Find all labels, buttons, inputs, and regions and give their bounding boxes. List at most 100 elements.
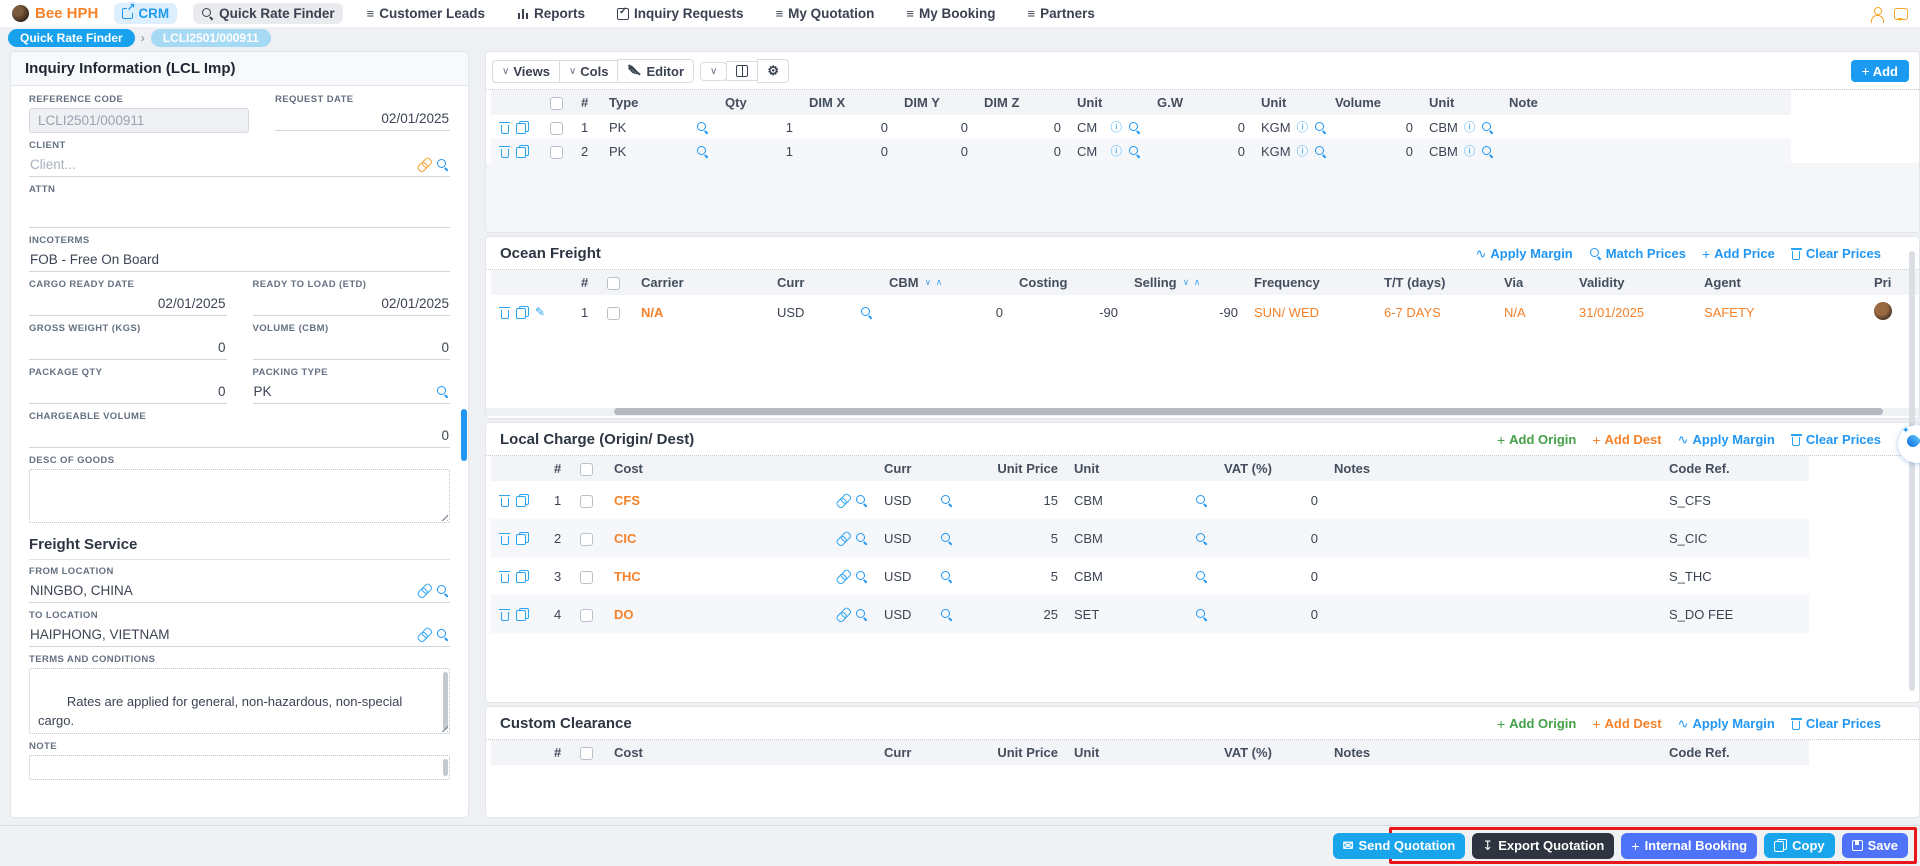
unit-cell[interactable]: SET: [1066, 595, 1216, 633]
apply-margin-link[interactable]: ∿Apply Margin: [1476, 246, 1573, 262]
add-dest-link[interactable]: +Add Dest: [1592, 432, 1661, 448]
delete-row-icon[interactable]: [499, 145, 510, 158]
notes-cell[interactable]: [1326, 519, 1661, 557]
left-panel-scrollbar-thumb[interactable]: [461, 409, 467, 461]
link-icon[interactable]: [832, 567, 851, 586]
info-icon[interactable]: ⓘ: [1464, 119, 1476, 135]
cargo-ready-date-field[interactable]: 02/01/2025: [29, 293, 227, 316]
search-icon[interactable]: [855, 570, 868, 583]
user-icon[interactable]: [1870, 7, 1884, 21]
cost-cell[interactable]: DO: [606, 595, 876, 633]
nav-item-my-booking[interactable]: ≡ My Booking: [898, 3, 1003, 24]
search-icon[interactable]: [1195, 532, 1208, 545]
nav-item-partners[interactable]: ≡ Partners: [1020, 3, 1103, 24]
gross-weight-field[interactable]: 0: [29, 337, 227, 360]
search-icon[interactable]: [1314, 145, 1327, 158]
dim-unit-cell[interactable]: CMⓘ: [1069, 115, 1149, 139]
search-icon[interactable]: [436, 385, 449, 398]
dimx-cell[interactable]: 0: [801, 139, 896, 163]
vat-cell[interactable]: 0: [1216, 481, 1326, 519]
search-icon[interactable]: [436, 584, 449, 597]
row-checkbox[interactable]: [550, 146, 563, 159]
notes-cell[interactable]: [1326, 481, 1661, 519]
note-cell[interactable]: [1501, 115, 1791, 139]
nav-item-inquiry-requests[interactable]: Inquiry Requests: [609, 3, 752, 24]
type-cell[interactable]: PK: [601, 139, 717, 163]
vol-unit-cell[interactable]: CBMⓘ: [1421, 139, 1501, 163]
packing-type-field[interactable]: PK: [253, 381, 451, 404]
settings-button[interactable]: ⚙: [757, 59, 789, 83]
volume-cell[interactable]: 0: [1327, 139, 1421, 163]
copy-button[interactable]: Copy: [1764, 833, 1835, 858]
costing-cell[interactable]: -90: [1011, 295, 1126, 329]
unit-cell[interactable]: CBM: [1066, 519, 1216, 557]
dimy-cell[interactable]: 0: [896, 115, 976, 139]
info-icon[interactable]: ⓘ: [1111, 119, 1123, 135]
brand[interactable]: Bee HPH: [12, 5, 98, 22]
nav-item-quick-rate-finder[interactable]: Quick Rate Finder: [193, 3, 343, 24]
add-origin-link[interactable]: +Add Origin: [1497, 716, 1576, 732]
dimx-cell[interactable]: 0: [801, 115, 896, 139]
type-cell[interactable]: PK: [601, 115, 717, 139]
search-icon[interactable]: [436, 628, 449, 641]
curr-cell[interactable]: USD: [876, 481, 961, 519]
dimz-cell[interactable]: 0: [976, 115, 1069, 139]
clear-prices-link[interactable]: Clear Prices: [1791, 716, 1881, 731]
chat-icon[interactable]: [1894, 8, 1908, 20]
row-checkbox[interactable]: [580, 533, 593, 546]
qty-cell[interactable]: 1: [717, 115, 801, 139]
desc-of-goods-textarea[interactable]: [29, 469, 450, 523]
info-icon[interactable]: ⓘ: [1297, 143, 1309, 159]
send-quotation-button[interactable]: ✉ Send Quotation: [1333, 833, 1466, 859]
apply-margin-link[interactable]: ∿Apply Margin: [1678, 432, 1775, 448]
copy-row-icon[interactable]: [516, 532, 529, 545]
via-cell[interactable]: N/A: [1496, 295, 1571, 329]
vol-unit-cell[interactable]: CBMⓘ: [1421, 115, 1501, 139]
cols-button[interactable]: ∨ Cols: [559, 60, 619, 83]
link-icon[interactable]: [832, 529, 851, 548]
nav-item-customer-leads[interactable]: ≡ Customer Leads: [359, 3, 493, 24]
link-icon[interactable]: [832, 605, 851, 624]
notes-cell[interactable]: [1326, 557, 1661, 595]
cost-cell[interactable]: THC: [606, 557, 876, 595]
select-all-checkbox[interactable]: [550, 97, 563, 110]
horizontal-scrollbar-thumb[interactable]: [614, 408, 1883, 415]
search-icon[interactable]: [696, 121, 709, 134]
vat-cell[interactable]: 0: [1216, 557, 1326, 595]
info-icon[interactable]: ⓘ: [1464, 143, 1476, 159]
delete-row-icon[interactable]: [499, 494, 510, 507]
gw-cell[interactable]: 0: [1149, 115, 1253, 139]
curr-cell[interactable]: USD: [769, 295, 881, 329]
copy-row-icon[interactable]: [516, 306, 529, 319]
unit-cell[interactable]: CBM: [1066, 557, 1216, 595]
copy-row-icon[interactable]: [516, 145, 529, 158]
apply-margin-link[interactable]: ∿Apply Margin: [1678, 716, 1775, 732]
delete-row-icon[interactable]: [499, 121, 510, 134]
client-field[interactable]: Client...: [29, 154, 450, 177]
validity-cell[interactable]: 31/01/2025: [1571, 295, 1696, 329]
add-dest-link[interactable]: +Add Dest: [1592, 716, 1661, 732]
unit-price-cell[interactable]: 5: [961, 557, 1066, 595]
cbm-cell[interactable]: 0: [881, 295, 1011, 329]
add-price-link[interactable]: +Add Price: [1702, 246, 1775, 262]
add-row-button[interactable]: + Add: [1851, 60, 1909, 82]
link-icon[interactable]: [413, 155, 432, 174]
from-location-field[interactable]: NINGBO, CHINA: [29, 580, 450, 603]
unit-price-cell[interactable]: 15: [961, 481, 1066, 519]
agent-cell[interactable]: SAFETY: [1696, 295, 1866, 329]
select-all-checkbox[interactable]: [607, 277, 620, 290]
cost-cell[interactable]: CIC: [606, 519, 876, 557]
search-icon[interactable]: [1195, 608, 1208, 621]
vat-cell[interactable]: 0: [1216, 519, 1326, 557]
save-button[interactable]: Save: [1842, 833, 1908, 858]
select-all-checkbox[interactable]: [580, 463, 593, 476]
row-checkbox[interactable]: [580, 495, 593, 508]
dim-unit-cell[interactable]: CMⓘ: [1069, 139, 1149, 163]
horizontal-scrollbar[interactable]: [486, 408, 1919, 416]
vat-cell[interactable]: 0: [1216, 595, 1326, 633]
content-scrollbar-thumb[interactable]: [1909, 251, 1915, 691]
search-icon[interactable]: [855, 494, 868, 507]
search-icon[interactable]: [1481, 121, 1494, 134]
match-prices-link[interactable]: Match Prices: [1589, 246, 1686, 261]
attn-field[interactable]: [29, 198, 450, 228]
